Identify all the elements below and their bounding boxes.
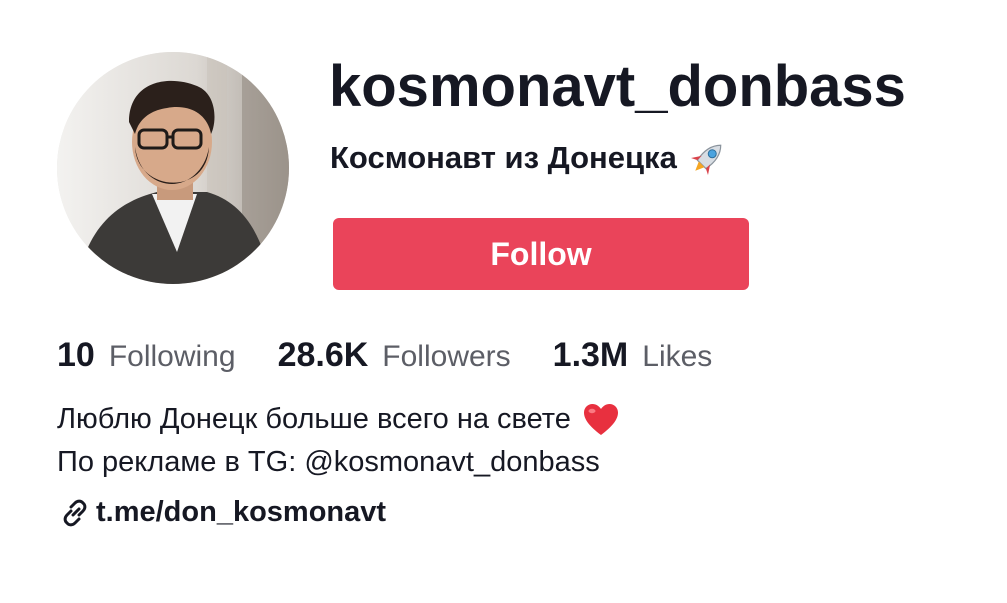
heart-icon: [581, 400, 621, 440]
avatar-photo: [57, 52, 289, 284]
following-count: 10: [57, 335, 95, 374]
username: kosmonavt_donbass: [329, 54, 906, 119]
nickname-text: Космонавт из Донецка: [330, 140, 677, 175]
followers-label: Followers: [382, 339, 511, 373]
likes-count: 1.3M: [552, 335, 629, 374]
stat-following[interactable]: 10 Following: [57, 336, 236, 375]
avatar[interactable]: [57, 52, 289, 284]
bio-line-2-text: По рекламе в TG: @kosmonavt_donbass: [57, 446, 600, 478]
bio-line-1-text: Люблю Донецк больше всего на свете: [57, 403, 571, 435]
following-label: Following: [108, 339, 236, 373]
follow-button[interactable]: Follow: [333, 218, 749, 290]
bio-line-1: Люблю Донецк больше всего на свете: [57, 398, 621, 441]
nickname: Космонавт из Донецка: [330, 136, 729, 180]
bio-line-2: По рекламе в TG: @kosmonavt_donbass: [57, 441, 621, 484]
stat-likes: 1.3M Likes: [553, 336, 713, 375]
rocket-icon: [687, 137, 729, 179]
bio: Люблю Донецк больше всего на свете По ре…: [57, 398, 621, 484]
link-text[interactable]: t.me/don_kosmonavt: [96, 496, 386, 529]
stats-row: 10 Following 28.6K Followers 1.3M Likes: [57, 332, 754, 378]
followers-count: 28.6K: [277, 335, 369, 374]
likes-label: Likes: [642, 339, 713, 373]
profile-link[interactable]: t.me/don_kosmonavt: [60, 496, 386, 529]
link-icon: [60, 498, 90, 528]
stat-followers[interactable]: 28.6K Followers: [278, 336, 511, 375]
